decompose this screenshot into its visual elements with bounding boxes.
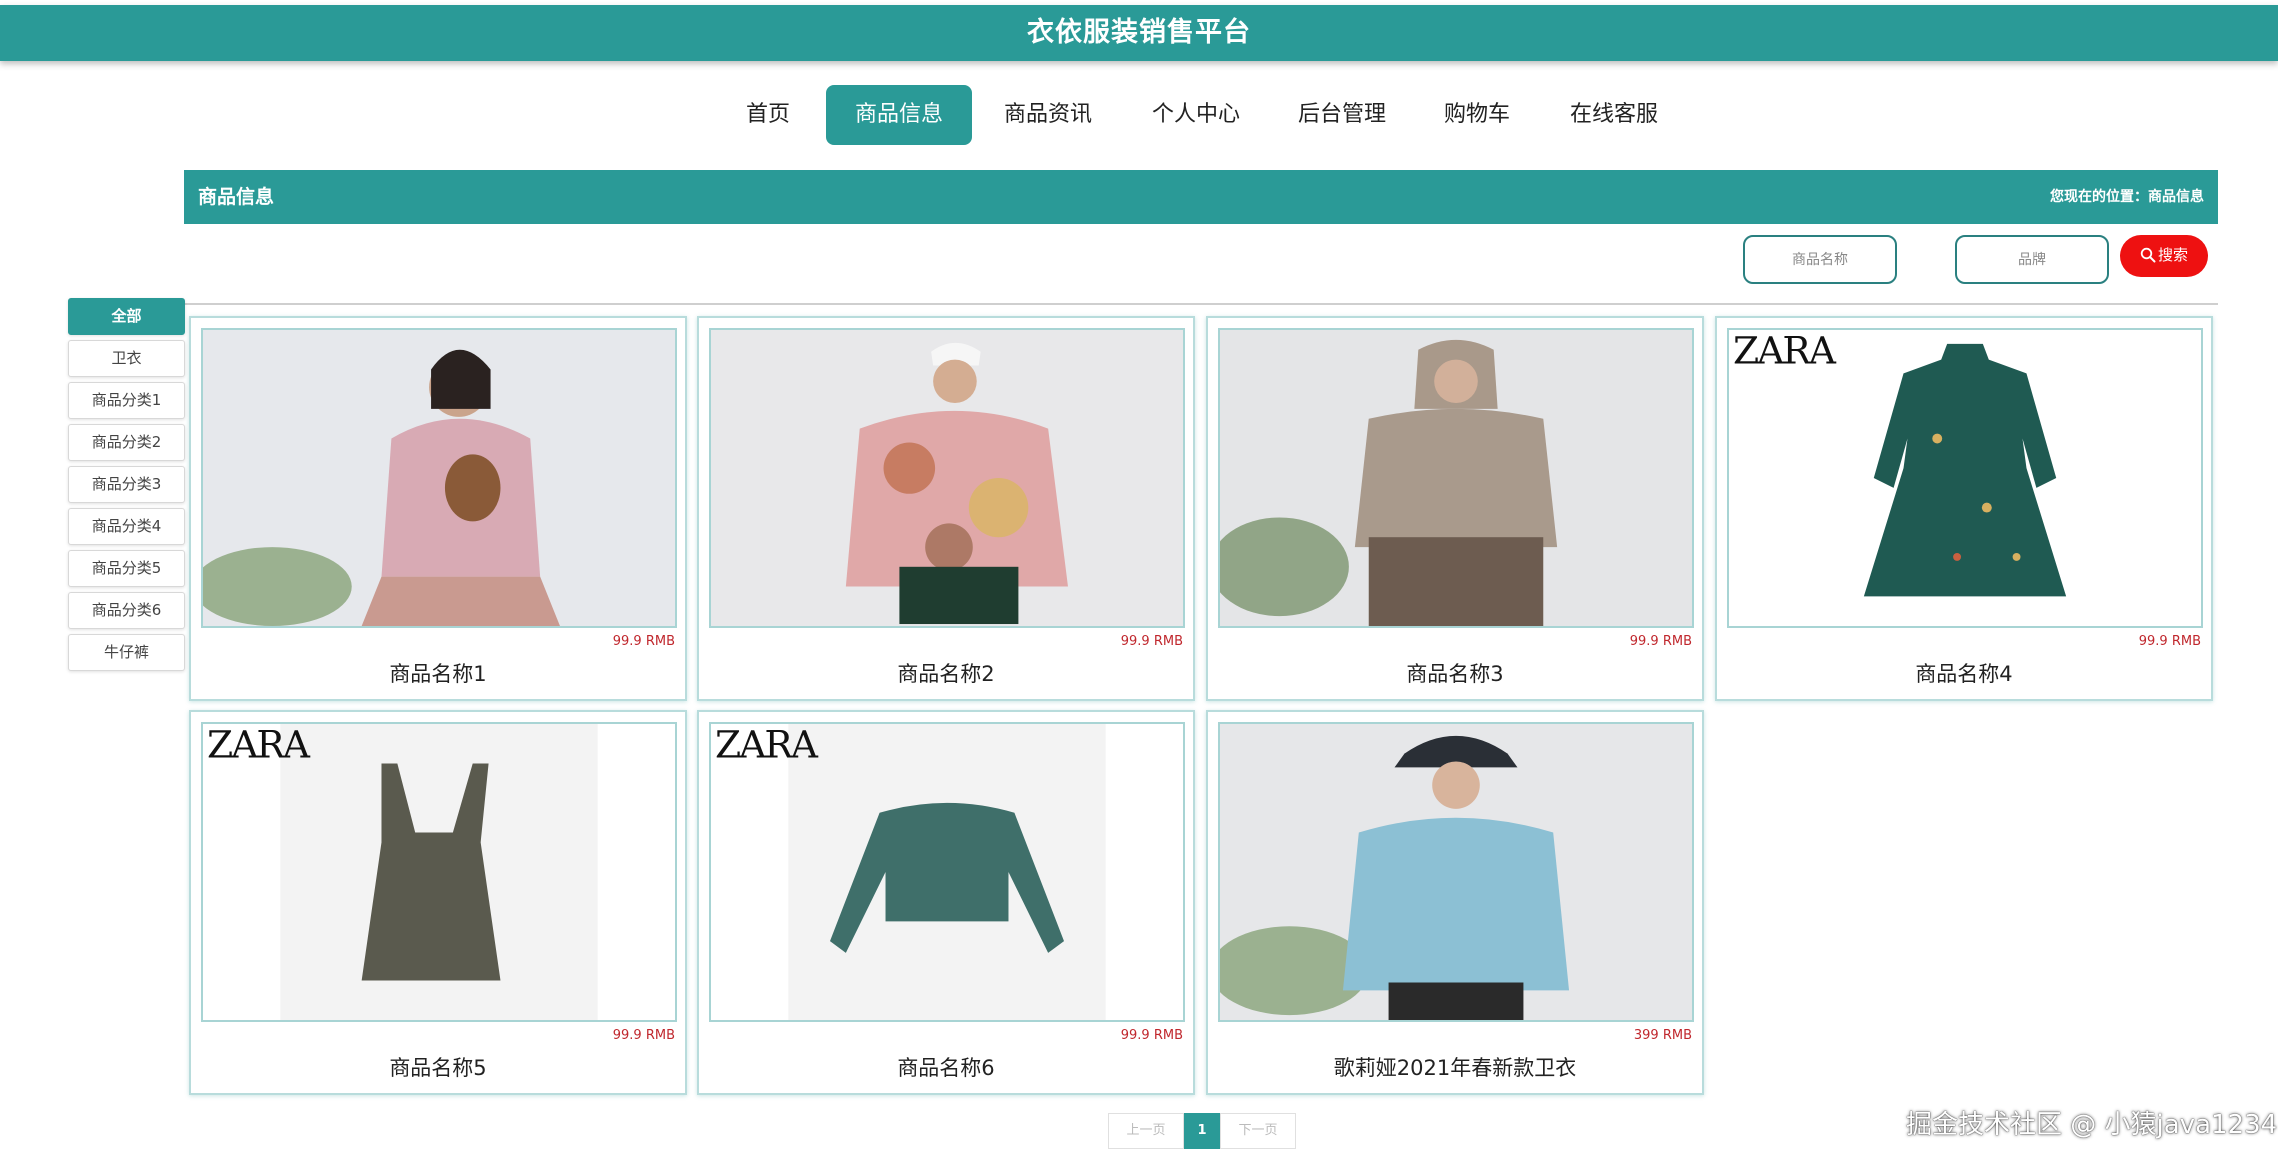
next-page-button[interactable]: 下一页 [1220, 1113, 1296, 1149]
nav-user-center[interactable]: 个人中心 [1138, 85, 1254, 145]
svg-text:ZARA: ZARA [715, 724, 819, 767]
product-name[interactable]: 商品名称2 [699, 658, 1193, 688]
product-price: 99.9 RMB [1120, 1028, 1183, 1043]
main-nav: 首页 商品信息 商品资讯 个人中心 后台管理 购物车 在线客服 [0, 85, 2278, 145]
product-price: 99.9 RMB [612, 1028, 675, 1043]
product-card[interactable]: 99.9 RMB 商品名称2 [697, 316, 1195, 701]
prev-page-button[interactable]: 上一页 [1108, 1113, 1184, 1149]
product-card[interactable]: ZARA 99.9 RMB 商品名称6 [697, 710, 1195, 1095]
product-card[interactable]: 399 RMB 歌莉娅2021年春新款卫衣 [1206, 710, 1704, 1095]
product-image[interactable] [201, 328, 677, 628]
category-jeans[interactable]: 牛仔裤 [68, 634, 185, 671]
nav-home[interactable]: 首页 [728, 85, 808, 145]
site-title: 衣依服装销售平台 [1027, 17, 1251, 48]
product-image[interactable]: ZARA [709, 722, 1185, 1022]
product-price: 99.9 RMB [1629, 634, 1692, 649]
section-title: 商品信息 [198, 186, 275, 208]
site-header: 衣依服装销售平台 [0, 5, 2278, 61]
category-all[interactable]: 全部 [68, 298, 185, 335]
product-name[interactable]: 歌莉娅2021年春新款卫衣 [1208, 1052, 1702, 1082]
product-card[interactable]: 99.9 RMB 商品名称1 [189, 316, 687, 701]
category-2[interactable]: 商品分类2 [68, 424, 185, 461]
product-price: 99.9 RMB [612, 634, 675, 649]
product-price: 99.9 RMB [2138, 634, 2201, 649]
nav-admin[interactable]: 后台管理 [1284, 85, 1400, 145]
category-hoodie[interactable]: 卫衣 [68, 340, 185, 377]
search-button-label: 搜索 [2157, 247, 2188, 264]
brand-input[interactable] [1955, 235, 2109, 284]
nav-cart[interactable]: 购物车 [1430, 85, 1524, 145]
product-name[interactable]: 商品名称4 [1717, 658, 2211, 688]
product-image[interactable] [709, 328, 1185, 628]
product-image[interactable] [1218, 722, 1694, 1022]
product-name[interactable]: 商品名称6 [699, 1052, 1193, 1082]
product-name[interactable]: 商品名称5 [191, 1052, 685, 1082]
nav-products[interactable]: 商品信息 [826, 85, 972, 145]
product-name[interactable]: 商品名称1 [191, 658, 685, 688]
nav-news[interactable]: 商品资讯 [990, 85, 1106, 145]
product-card[interactable]: 99.9 RMB 商品名称3 [1206, 316, 1704, 701]
product-image[interactable]: ZARA [201, 722, 677, 1022]
watermark: 掘金技术社区 @ 小猿java1234 [1906, 1110, 2278, 1140]
divider [184, 303, 2218, 305]
category-1[interactable]: 商品分类1 [68, 382, 185, 419]
product-price: 399 RMB [1633, 1028, 1692, 1043]
breadcrumb: 您现在的位置：商品信息 [2050, 189, 2204, 205]
product-price: 99.9 RMB [1120, 634, 1183, 649]
product-image[interactable]: ZARA [1727, 328, 2203, 628]
search-icon [2140, 247, 2156, 263]
category-3[interactable]: 商品分类3 [68, 466, 185, 503]
section-header: 商品信息 您现在的位置：商品信息 [184, 170, 2218, 224]
product-name[interactable]: 商品名称3 [1208, 658, 1702, 688]
category-5[interactable]: 商品分类5 [68, 550, 185, 587]
product-name-input[interactable] [1743, 235, 1897, 284]
nav-customer-service[interactable]: 在线客服 [1554, 85, 1674, 145]
category-4[interactable]: 商品分类4 [68, 508, 185, 545]
page-1-button[interactable]: 1 [1184, 1113, 1220, 1149]
product-card[interactable]: ZARA 99.9 RMB 商品名称5 [189, 710, 687, 1095]
svg-text:ZARA: ZARA [207, 724, 311, 767]
product-card[interactable]: ZARA 99.9 RMB 商品名称4 [1715, 316, 2213, 701]
product-image[interactable] [1218, 328, 1694, 628]
search-button[interactable]: 搜索 [2120, 235, 2208, 277]
category-6[interactable]: 商品分类6 [68, 592, 185, 629]
svg-text:ZARA: ZARA [1733, 330, 1837, 373]
